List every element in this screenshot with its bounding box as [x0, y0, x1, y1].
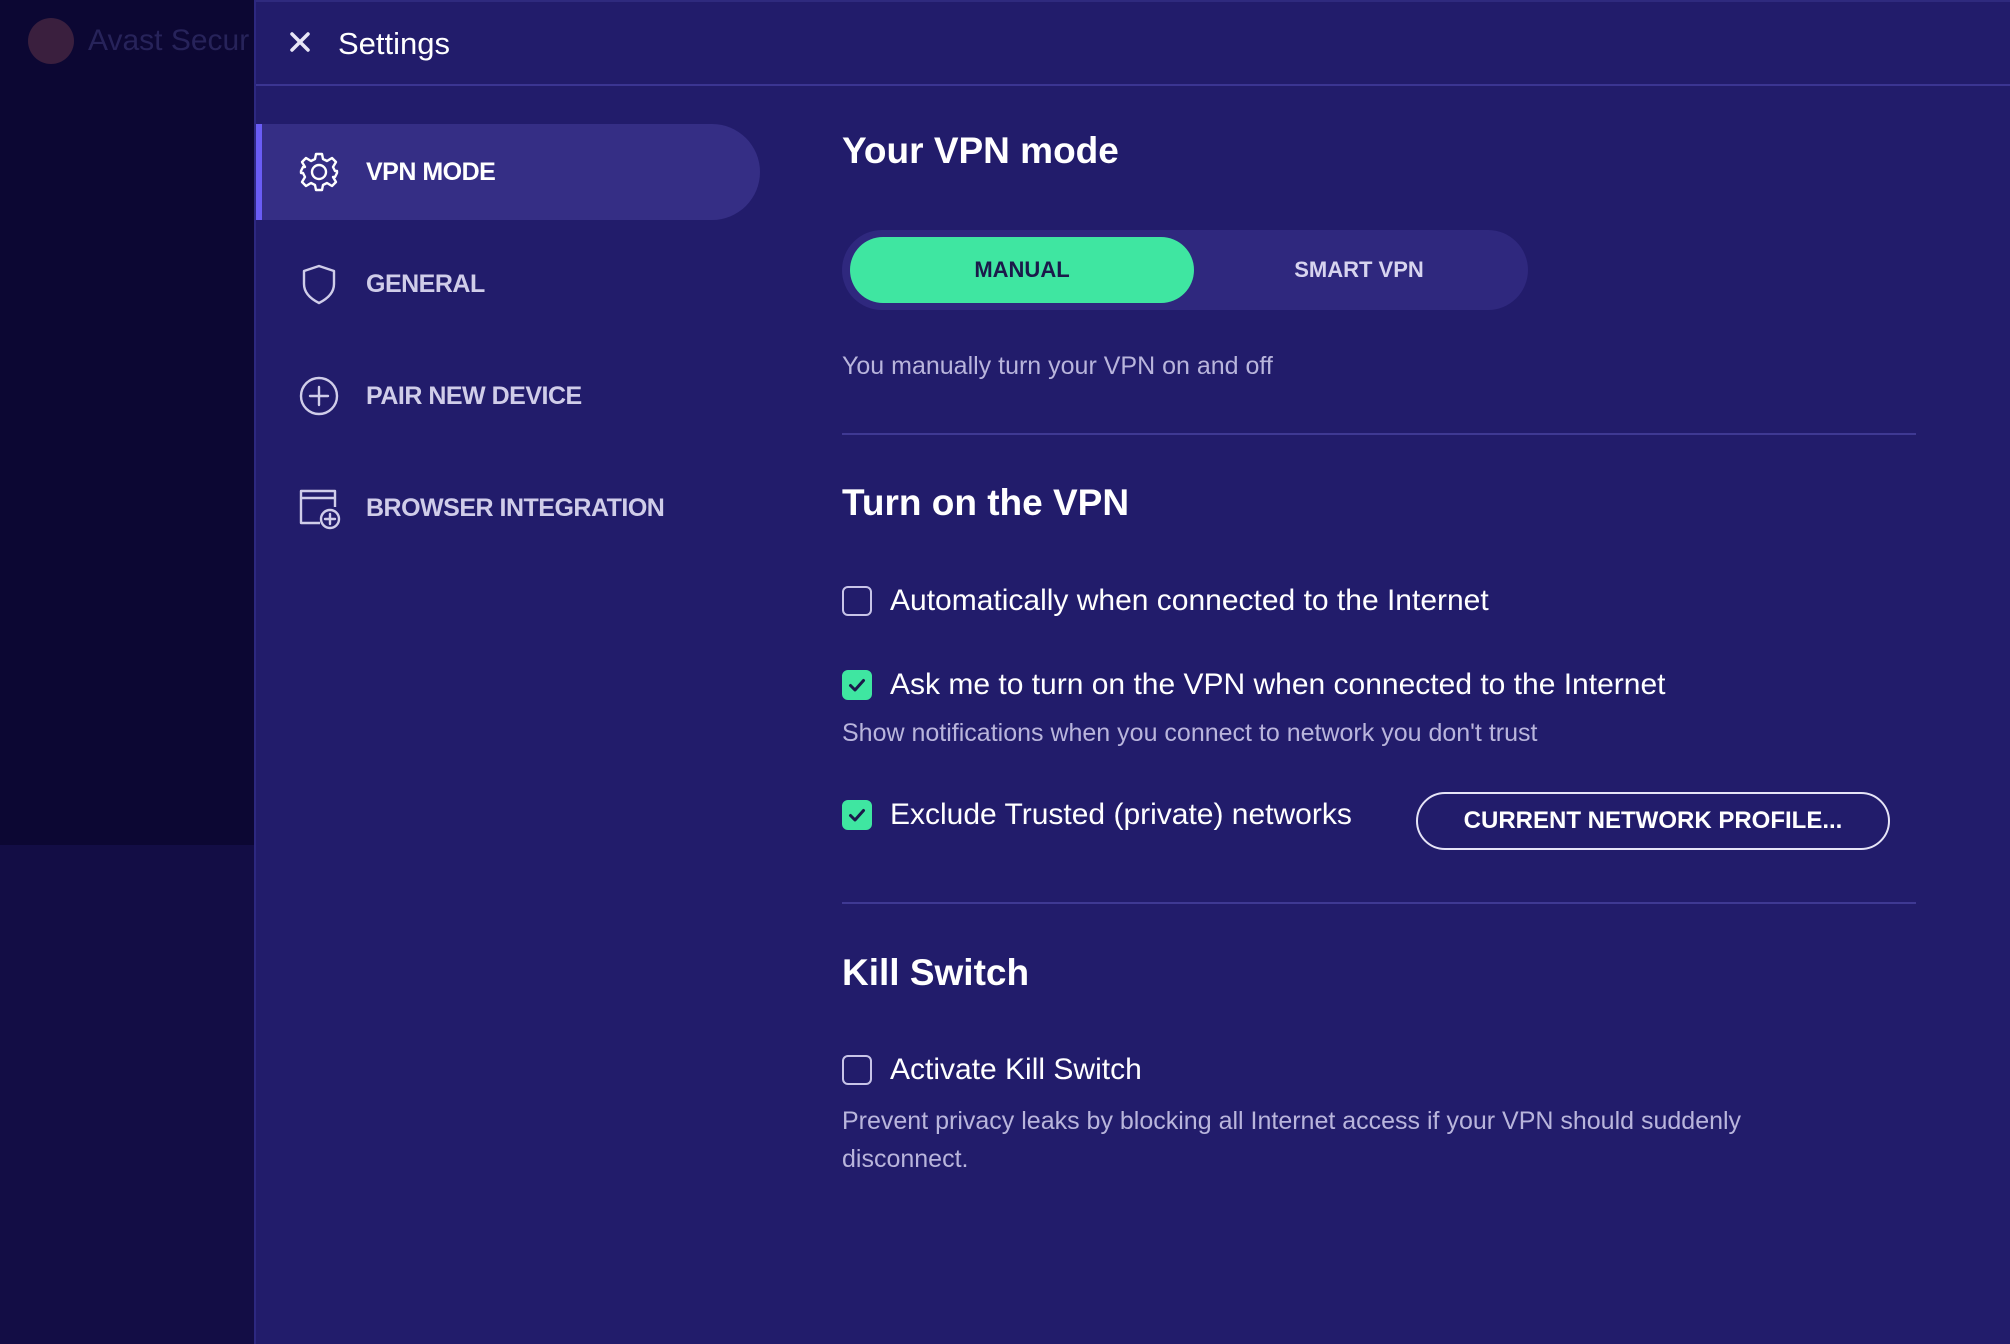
turn-on-vpn-title: Turn on the VPN — [842, 482, 1130, 523]
browser-add-icon — [296, 485, 342, 531]
auto-connect-option[interactable]: Automatically when connected to the Inte… — [842, 584, 1489, 618]
close-icon — [290, 32, 310, 52]
exclude-trusted-label: Exclude Trusted (private) networks — [890, 798, 1352, 831]
settings-panel: Settings VPN MODE GENERAL PAIR NEW DEVIC… — [254, 0, 2010, 1344]
vpn-mode-description: You manually turn your VPN on and off — [842, 352, 1273, 380]
background-app-title-text: Avast Secur — [88, 24, 250, 57]
sidebar-item-general[interactable]: GENERAL — [256, 236, 760, 332]
sidebar-item-label: BROWSER INTEGRATION — [366, 493, 665, 522]
exclude-trusted-checkbox[interactable] — [842, 800, 872, 830]
exclude-trusted-option[interactable]: Exclude Trusted (private) networks — [842, 798, 1352, 832]
settings-sidebar: VPN MODE GENERAL PAIR NEW DEVICE BROWSER… — [256, 124, 760, 572]
section-divider — [842, 902, 1916, 904]
vpn-mode-segmented-control: MANUAL SMART VPN — [842, 230, 1528, 310]
shield-icon — [296, 261, 342, 307]
background-app-title: Avast Secur — [28, 18, 254, 64]
vpn-mode-title: Your VPN mode — [842, 130, 1119, 171]
background-app-lower-area — [0, 845, 254, 1344]
sidebar-item-label: VPN MODE — [366, 157, 496, 186]
sidebar-item-browser-integration[interactable]: BROWSER INTEGRATION — [256, 460, 760, 556]
manual-mode-option[interactable]: MANUAL — [850, 237, 1194, 303]
page-title: Settings — [338, 26, 451, 61]
section-divider — [842, 433, 1916, 435]
ask-to-connect-checkbox[interactable] — [842, 670, 872, 700]
sidebar-item-vpn-mode[interactable]: VPN MODE — [256, 124, 760, 220]
smart-vpn-mode-option[interactable]: SMART VPN — [1198, 237, 1520, 303]
gear-icon — [296, 149, 342, 195]
ask-to-connect-option[interactable]: Ask me to turn on the VPN when connected… — [842, 668, 1665, 702]
kill-switch-title: Kill Switch — [842, 952, 1030, 993]
avast-logo-icon — [28, 18, 74, 64]
auto-connect-label: Automatically when connected to the Inte… — [890, 584, 1489, 617]
kill-switch-option[interactable]: Activate Kill Switch — [842, 1053, 1142, 1087]
close-button[interactable] — [282, 24, 318, 60]
ask-to-connect-hint: Show notifications when you connect to n… — [842, 719, 1538, 747]
sidebar-item-pair-new-device[interactable]: PAIR NEW DEVICE — [256, 348, 760, 444]
kill-switch-label: Activate Kill Switch — [890, 1053, 1142, 1086]
ask-to-connect-label: Ask me to turn on the VPN when connected… — [890, 668, 1666, 701]
sidebar-item-label: PAIR NEW DEVICE — [366, 381, 582, 410]
checkmark-icon — [849, 809, 865, 822]
current-network-profile-button[interactable]: CURRENT NETWORK PROFILE... — [1416, 792, 1890, 850]
plus-circle-icon — [296, 373, 342, 419]
checkmark-icon — [849, 679, 865, 692]
kill-switch-checkbox[interactable] — [842, 1055, 872, 1085]
settings-header: Settings — [256, 0, 2010, 86]
kill-switch-description: Prevent privacy leaks by blocking all In… — [842, 1107, 1742, 1173]
auto-connect-checkbox[interactable] — [842, 586, 872, 616]
sidebar-item-label: GENERAL — [366, 269, 485, 298]
